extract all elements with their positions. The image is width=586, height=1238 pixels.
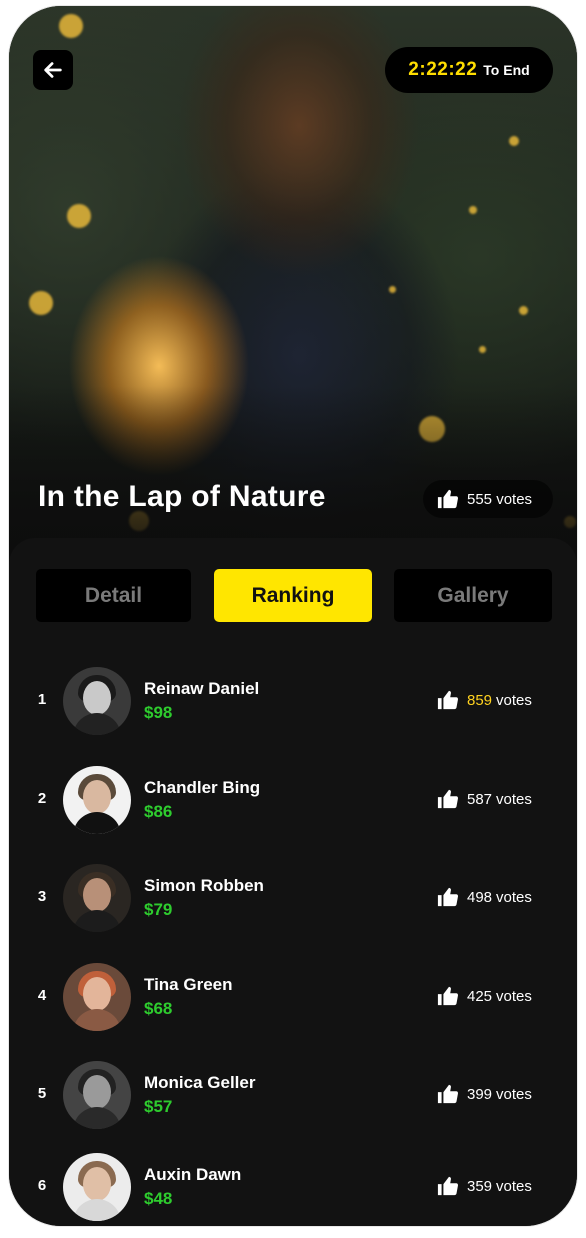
contestant-name: Simon Robben [144,876,264,895]
vote-unit: votes [496,987,532,1005]
contestant-price: $79 [144,900,173,919]
avatar [63,864,131,932]
vote-count[interactable]: 587 votes [437,788,532,810]
vote-number: 587 [467,790,493,808]
rank-number: 5 [37,1085,47,1102]
thumbs-up-icon [437,986,459,1006]
contestant-name: Chandler Bing [144,778,261,797]
rank-number: 2 [37,790,47,807]
tab-detail[interactable]: Detail [36,569,191,622]
contest-title: In the Lap of Nature [38,480,326,513]
contestant-price: $48 [144,1189,173,1208]
ranking-row[interactable]: 5 Monica Geller $57 399 votes [9,1061,577,1131]
thumbs-up-icon [437,489,459,509]
vote-unit: votes [496,790,532,808]
countdown-timer: 2:22:22 To End [385,47,553,93]
timer-value: 2:22:22 [408,59,478,80]
tab-bar: Detail Ranking Gallery [36,569,552,622]
avatar [63,1061,131,1129]
contest-votes-badge[interactable]: 555 votes [423,480,553,518]
ranking-row[interactable]: 4 Tina Green $68 425 votes [9,963,577,1033]
thumbs-up-icon [437,1084,459,1104]
rank-number: 1 [37,691,47,708]
contestant-price: $68 [144,999,173,1018]
vote-number: 859 [467,691,493,709]
ranking-row[interactable]: 3 Simon Robben $79 498 votes [9,864,577,934]
vote-unit: votes [496,1085,532,1103]
contestant-price: $86 [144,802,173,821]
vote-count[interactable]: 425 votes [437,985,532,1007]
vote-number: 498 [467,888,493,906]
contestant-name: Reinaw Daniel [144,679,260,698]
vote-number: 359 [467,1177,493,1195]
contestant-name: Auxin Dawn [144,1165,242,1184]
ranking-row[interactable]: 1 Reinaw Daniel $98 859 votes [9,667,577,737]
vote-unit: votes [496,691,532,709]
ranking-row[interactable]: 2 Chandler Bing $86 587 votes [9,766,577,836]
vote-count[interactable]: 498 votes [437,886,532,908]
thumbs-up-icon [437,690,459,710]
vote-count[interactable]: 359 votes [437,1175,532,1197]
vote-unit: votes [496,888,532,906]
vote-number: 399 [467,1085,493,1103]
rank-number: 6 [37,1177,47,1194]
back-button[interactable] [33,50,73,90]
vote-count[interactable]: 399 votes [437,1083,532,1105]
thumbs-up-icon [437,887,459,907]
contestant-price: $98 [144,703,173,722]
rank-number: 4 [37,987,47,1004]
avatar [63,1153,131,1221]
contest-votes-text: 555 votes [467,490,533,508]
avatar [63,963,131,1031]
tab-ranking[interactable]: Ranking [214,569,372,622]
arrow-left-icon [44,62,62,78]
vote-number: 425 [467,987,493,1005]
contestant-name: Tina Green [144,975,233,994]
contestant-name: Monica Geller [144,1073,256,1092]
thumbs-up-icon [437,1176,459,1196]
avatar [63,766,131,834]
vote-unit: votes [496,1177,532,1195]
vote-count[interactable]: 859 votes [437,689,532,711]
contestant-price: $57 [144,1097,173,1116]
phone-frame: 2:22:22 To End In the Lap of Nature 555 … [9,6,577,1226]
avatar [63,667,131,735]
timer-label: To End [483,62,530,78]
rank-number: 3 [37,888,47,905]
thumbs-up-icon [437,789,459,809]
tab-gallery[interactable]: Gallery [394,569,552,622]
ranking-row[interactable]: 6 Auxin Dawn $48 359 votes [9,1153,577,1223]
